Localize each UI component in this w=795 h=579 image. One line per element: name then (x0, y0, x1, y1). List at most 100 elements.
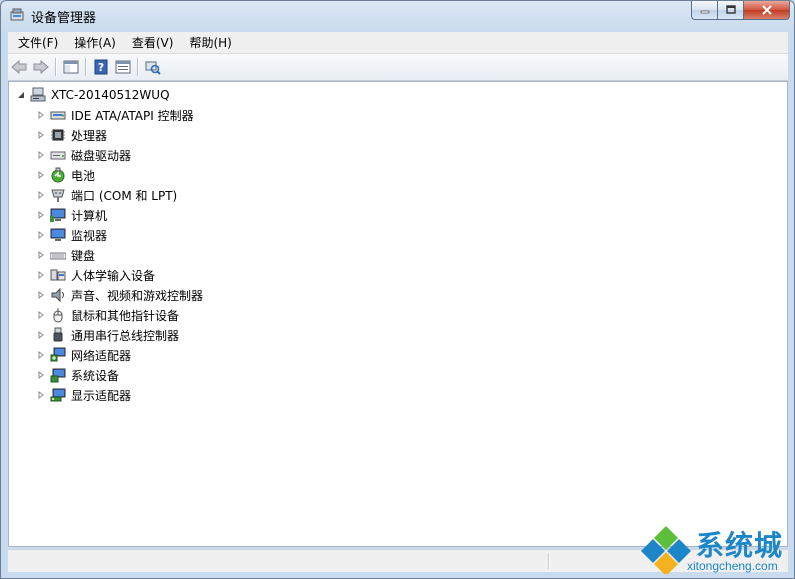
tree-category-item[interactable]: 网络适配器 (37, 345, 131, 365)
tree-category-label: 系统设备 (71, 368, 120, 383)
menu-help[interactable]: 帮助(H) (183, 33, 237, 53)
device-manager-icon (10, 8, 24, 21)
maximize-icon (725, 5, 736, 14)
tree-category-item[interactable]: 系统设备 (37, 365, 119, 385)
computer-icon (30, 87, 46, 103)
forward-button[interactable] (30, 56, 52, 78)
battery-icon (50, 167, 66, 183)
scan-hardware-icon (145, 61, 161, 75)
tree-category-item[interactable]: 监视器 (37, 225, 107, 245)
tree-category-item[interactable]: 计算机 (37, 205, 107, 225)
minimize-icon (700, 10, 709, 14)
expand-triangle-icon[interactable] (37, 151, 45, 159)
tree-category-label: 计算机 (71, 208, 108, 223)
maximize-button[interactable] (718, 1, 744, 20)
tree-category-label: 磁盘驱动器 (71, 148, 132, 163)
back-button[interactable] (8, 56, 30, 78)
toolbar-separator (55, 58, 57, 76)
tree-category-item[interactable]: 鼠标和其他指针设备 (37, 305, 179, 325)
expand-triangle-icon[interactable] (37, 391, 45, 399)
forward-arrow-icon (33, 59, 49, 75)
hid-icon (50, 267, 66, 283)
menu-view[interactable]: 查看(V) (126, 33, 180, 53)
tree-category-label: 网络适配器 (71, 348, 132, 363)
tree-category-item[interactable]: 人体学输入设备 (37, 265, 155, 285)
scan-hardware-button[interactable] (142, 56, 164, 78)
device-manager-window: 设备管理器 文件(F) 操作(A) 查看(V) 帮助(H) ? XTC-2014… (0, 0, 795, 579)
menu-file[interactable]: 文件(F) (12, 33, 64, 53)
usb-icon (50, 327, 66, 343)
tree-category-label: 通用串行总线控制器 (71, 328, 180, 343)
port-icon (50, 187, 66, 203)
watermark-logo-icon (641, 526, 691, 574)
expand-triangle-icon[interactable] (37, 231, 45, 239)
expand-triangle-icon[interactable] (37, 331, 45, 339)
tree-category-label: IDE ATA/ATAPI 控制器 (71, 108, 194, 123)
expand-triangle-icon[interactable] (37, 371, 45, 379)
tree-category-label: 处理器 (71, 128, 108, 143)
expand-triangle-icon[interactable] (37, 351, 45, 359)
properties-button[interactable] (112, 56, 134, 78)
expand-triangle-icon[interactable] (37, 111, 45, 119)
monitor-icon (50, 227, 66, 243)
keyboard-icon (50, 247, 66, 263)
tree-category-item[interactable]: 通用串行总线控制器 (37, 325, 179, 345)
tree-category-label: 键盘 (71, 248, 96, 263)
show-hide-console-tree-button[interactable] (60, 56, 82, 78)
close-button[interactable] (744, 1, 790, 20)
tree-category-item[interactable]: 电池 (37, 165, 95, 185)
tree-category-label: 声音、视频和游戏控制器 (71, 288, 204, 303)
tree-root[interactable]: XTC-20140512WUQ (17, 85, 170, 105)
tree-category-item[interactable]: 显示适配器 (37, 385, 131, 405)
tree-category-item[interactable]: 端口 (COM 和 LPT) (37, 185, 177, 205)
title-bar[interactable]: 设备管理器 (1, 1, 794, 31)
expand-triangle-icon[interactable] (37, 291, 45, 299)
device-tree[interactable]: XTC-20140512WUQ IDE ATA/ATAPI 控制器 处理器磁盘驱动… (8, 81, 788, 547)
status-bar-separator (548, 553, 550, 569)
watermark-text-en: xitongcheng.com (687, 559, 778, 573)
help-icon: ? (94, 59, 108, 75)
mouse-icon (50, 307, 66, 323)
tree-category-label: 电池 (71, 168, 96, 183)
tree-category-item[interactable]: 声音、视频和游戏控制器 (37, 285, 203, 305)
menu-action[interactable]: 操作(A) (68, 33, 122, 53)
expand-triangle-icon[interactable] (37, 311, 45, 319)
watermark-text-cn: 系统城 (696, 529, 784, 562)
menu-bar: 文件(F) 操作(A) 查看(V) 帮助(H) (8, 32, 788, 54)
tree-category-label: 端口 (COM 和 LPT) (71, 188, 178, 203)
computer-monitor-icon (50, 207, 66, 223)
close-icon (761, 5, 772, 15)
speaker-icon (50, 287, 66, 303)
toolbar: ? (8, 54, 788, 81)
tree-root-label: XTC-20140512WUQ (51, 88, 170, 102)
expand-triangle-icon[interactable] (37, 191, 45, 199)
tree-category-item[interactable]: 磁盘驱动器 (37, 145, 131, 165)
display-adapter-icon (50, 387, 66, 403)
expand-triangle-icon[interactable] (37, 251, 45, 259)
tree-category-item[interactable]: 处理器 (37, 125, 107, 145)
processor-icon (50, 127, 66, 143)
back-arrow-icon (11, 59, 27, 75)
ide-controller-icon (50, 107, 66, 123)
system-device-icon (50, 367, 66, 383)
help-button[interactable]: ? (90, 56, 112, 78)
tree-category-label: 监视器 (71, 228, 108, 243)
svg-text:?: ? (98, 61, 104, 74)
tree-category-label: 显示适配器 (71, 388, 132, 403)
expand-triangle-icon[interactable] (37, 171, 45, 179)
network-adapter-icon (50, 347, 66, 363)
caption-buttons (691, 1, 790, 21)
tree-category-item[interactable]: 键盘 (37, 245, 95, 265)
minimize-button[interactable] (691, 1, 718, 20)
expand-triangle-icon[interactable] (37, 131, 45, 139)
tree-category-label: 鼠标和其他指针设备 (71, 308, 180, 323)
toolbar-separator (85, 58, 87, 76)
watermark: 系统城 xitongcheng.com (641, 522, 793, 577)
tree-category-label: 人体学输入设备 (71, 268, 156, 283)
tree-category-item[interactable]: IDE ATA/ATAPI 控制器 (37, 105, 194, 125)
expand-triangle-icon[interactable] (37, 271, 45, 279)
expand-triangle-icon[interactable] (37, 211, 45, 219)
collapse-triangle-icon[interactable] (17, 91, 25, 99)
show-hide-console-tree-icon (63, 60, 79, 74)
properties-icon (115, 60, 131, 74)
